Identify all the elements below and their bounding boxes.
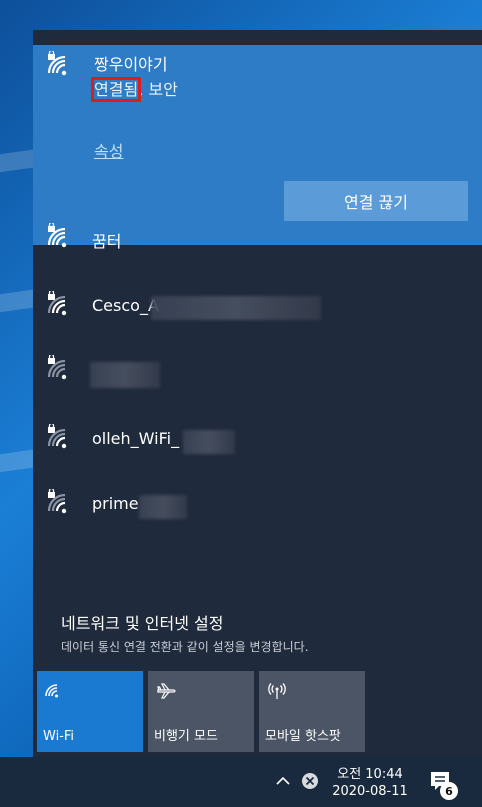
mobile-hotspot-tile[interactable]: 모바일 핫스팟 bbox=[259, 671, 365, 752]
redaction-blur bbox=[90, 362, 160, 388]
connected-ssid: 짱우이야기 bbox=[94, 55, 168, 74]
network-item[interactable]: olleh_WiFi_ bbox=[33, 424, 482, 484]
disconnect-button[interactable]: 연결 끊기 bbox=[284, 181, 468, 221]
network-flyout: 짱우이야기 연결됨, 보안 속성 연결 끊기 꿈터 Cesco_A olleh_… bbox=[33, 30, 482, 757]
network-item[interactable]: 꿈터 bbox=[33, 223, 482, 283]
properties-link[interactable]: 속성 bbox=[94, 138, 123, 162]
network-disconnected-icon[interactable] bbox=[300, 771, 320, 791]
wifi-secured-icon bbox=[47, 424, 77, 454]
network-settings-description: 데이터 통신 연결 전환과 같이 설정을 변경합니다. bbox=[61, 640, 309, 654]
wifi-secured-icon bbox=[47, 291, 77, 321]
airplane-mode-tile[interactable]: 비행기 모드 bbox=[148, 671, 254, 752]
clock-time[interactable]: 오전 10:44 bbox=[334, 763, 406, 782]
hotspot-icon bbox=[267, 681, 287, 701]
network-ssid: olleh_WiFi_ bbox=[92, 429, 180, 448]
network-item[interactable]: Cesco_A bbox=[33, 291, 482, 351]
show-hidden-icons-icon[interactable] bbox=[273, 771, 293, 791]
tile-label: 비행기 모드 bbox=[154, 729, 218, 744]
network-item[interactable]: prime bbox=[33, 489, 482, 549]
tile-label: Wi-Fi bbox=[43, 729, 75, 744]
tile-label: 모바일 핫스팟 bbox=[265, 729, 341, 744]
connected-network-panel[interactable]: 짱우이야기 연결됨, 보안 속성 연결 끊기 bbox=[33, 45, 482, 245]
network-settings-link[interactable]: 네트워크 및 인터넷 설정 bbox=[61, 610, 223, 634]
network-item[interactable] bbox=[33, 355, 482, 415]
redaction-blur bbox=[183, 430, 235, 454]
network-ssid: 꿈터 bbox=[92, 232, 122, 251]
wifi-secured-icon bbox=[47, 489, 77, 519]
notification-count-badge: 6 bbox=[440, 782, 458, 800]
network-ssid: prime bbox=[92, 494, 139, 513]
clock-date[interactable]: 2020-08-11 bbox=[328, 784, 412, 799]
redaction-blur bbox=[151, 296, 321, 320]
redaction-blur bbox=[139, 495, 187, 519]
wifi-secured-icon bbox=[47, 355, 77, 385]
airplane-icon bbox=[156, 681, 176, 701]
network-ssid: Cesco_A bbox=[92, 296, 159, 315]
wifi-toggle-tile[interactable]: Wi-Fi bbox=[37, 671, 143, 752]
status-connected-highlight: 연결됨 bbox=[90, 77, 142, 102]
status-secure: , 보안 bbox=[138, 80, 178, 99]
wifi-icon bbox=[45, 681, 65, 701]
connection-status: 연결됨, 보안 bbox=[90, 76, 178, 102]
wifi-secured-icon bbox=[47, 51, 77, 81]
taskbar: 오전 10:44 2020-08-11 6 bbox=[0, 757, 482, 807]
wifi-secured-icon bbox=[47, 223, 77, 253]
